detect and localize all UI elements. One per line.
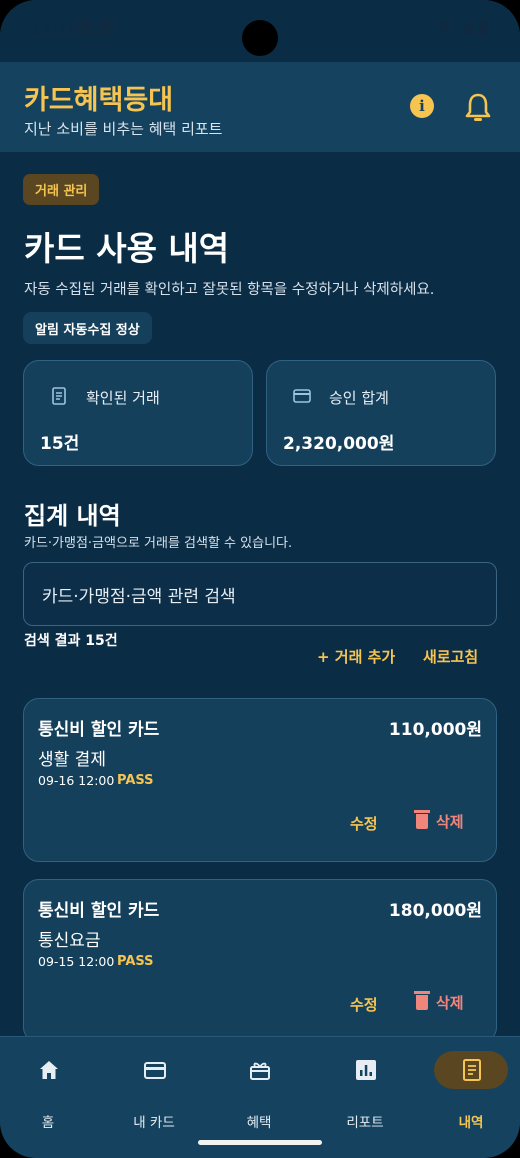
app-title: 카드혜택등대 (24, 85, 174, 116)
delete-label: 삭제 (436, 994, 464, 1012)
transaction-category: 생활 결제 (38, 750, 106, 770)
delete-label: 삭제 (436, 813, 464, 831)
bar-chart-icon (356, 1060, 376, 1080)
home-icon (40, 1061, 58, 1079)
stat-label: 확인된 거래 (86, 389, 160, 407)
stat-label: 승인 합계 (329, 389, 389, 407)
edit-button[interactable]: 수정 (350, 813, 378, 834)
receipt-icon (463, 1059, 481, 1081)
info-icon[interactable]: i (410, 94, 434, 118)
search-input[interactable]: 카드·가맹점·금액 관련 검색 (23, 562, 497, 626)
add-transaction-button[interactable]: + 거래 추가 (317, 646, 395, 667)
credit-card-icon (144, 1062, 166, 1079)
trash-icon (414, 991, 430, 1010)
nav-item-history[interactable]: 내역 (426, 1053, 516, 1131)
nav-item-home[interactable]: 홈 (3, 1053, 93, 1131)
signal-icon (459, 20, 473, 35)
sim-icon (100, 20, 114, 36)
stat-value: 15건 (40, 434, 80, 454)
status-notification-icons (78, 20, 114, 36)
credit-card-icon (293, 389, 311, 403)
trash-icon (414, 810, 430, 829)
transaction-date: 09-15 12:00 (38, 954, 115, 969)
transaction-status: PASS (117, 954, 154, 969)
app-subtitle: 지난 소비를 비추는 혜택 리포트 (24, 120, 223, 138)
battery-icon (479, 20, 488, 35)
transaction-card[interactable]: 통신비 할인 카드 110,000원 생활 결제 09-16 12:00 PAS… (23, 698, 497, 862)
gift-icon (250, 1062, 270, 1080)
delete-button[interactable]: 삭제 (414, 810, 464, 832)
summary-description: 카드·가맹점·금액으로 거래를 검색할 수 있습니다. (24, 536, 293, 551)
nav-label: 내역 (458, 1115, 484, 1131)
delete-button[interactable]: 삭제 (414, 991, 464, 1013)
nav-label: 내 카드 (133, 1115, 175, 1131)
nav-label: 혜택 (246, 1115, 272, 1131)
nav-label: 리포트 (346, 1115, 384, 1131)
nav-item-benefits[interactable]: 혜택 (214, 1053, 304, 1131)
page-title: 카드 사용 내역 (24, 229, 230, 268)
stat-value: 2,320,000원 (283, 434, 395, 454)
page-description: 자동 수집된 거래를 확인하고 잘못된 항목을 수정하거나 삭제하세요. (24, 282, 435, 298)
nav-item-report[interactable]: 리포트 (320, 1053, 410, 1131)
shield-icon (78, 20, 92, 36)
refresh-button[interactable]: 새로고침 (423, 646, 478, 667)
main-content: 거래 관리 카드 사용 내역 자동 수집된 거래를 확인하고 잘못된 항목을 수… (0, 152, 520, 1036)
transaction-card[interactable]: 통신비 할인 카드 180,000원 통신요금 09-15 12:00 PASS… (23, 879, 497, 1036)
transaction-status: PASS (117, 773, 154, 788)
transaction-card-name: 통신비 할인 카드 (38, 901, 160, 921)
app-header: 카드혜택등대 지난 소비를 비추는 혜택 리포트 i (0, 62, 520, 152)
nav-item-my-card[interactable]: 내 카드 (109, 1053, 199, 1131)
summary-title: 집계 내역 (24, 502, 121, 530)
result-count: 검색 결과 15건 (24, 633, 118, 649)
camera-cutout (242, 20, 278, 56)
transaction-date: 09-16 12:00 (38, 773, 115, 788)
nav-label: 홈 (41, 1115, 55, 1131)
wifi-icon (437, 20, 453, 35)
edit-button[interactable]: 수정 (350, 994, 378, 1015)
status-time: 11:15 (32, 20, 79, 39)
stat-card-approved-total: 승인 합계 2,320,000원 (266, 360, 496, 466)
bell-icon[interactable] (464, 92, 492, 122)
transaction-category: 통신요금 (38, 931, 101, 951)
status-system-icons (437, 20, 488, 35)
stat-card-confirmed: 확인된 거래 15건 (23, 360, 253, 466)
section-badge: 거래 관리 (23, 174, 100, 205)
status-bar: 11:15 (0, 0, 520, 62)
transaction-amount: 180,000원 (388, 901, 482, 921)
phone-screen: 11:15 카드혜택등대 지난 소비를 비추는 혜택 리포트 i 거래 관리 카… (0, 0, 520, 1158)
receipt-icon (52, 387, 66, 405)
transaction-amount: 110,000원 (388, 720, 482, 740)
status-badge: 알림 자동수집 정상 (23, 312, 152, 344)
home-indicator[interactable] (198, 1140, 322, 1145)
transaction-card-name: 통신비 할인 카드 (38, 720, 160, 740)
